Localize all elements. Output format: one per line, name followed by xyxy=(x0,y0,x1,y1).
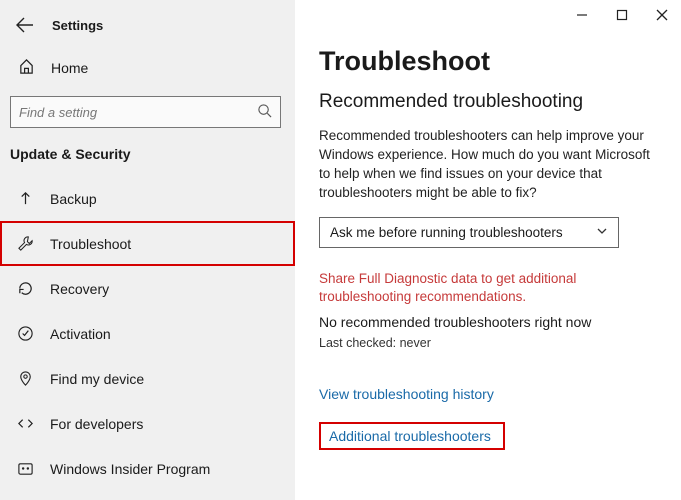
main-content: Troubleshoot Recommended troubleshooting… xyxy=(295,0,681,500)
sidebar-item-label: Backup xyxy=(50,191,97,207)
last-checked-text: Last checked: never xyxy=(319,336,661,350)
section-description: Recommended troubleshooters can help imp… xyxy=(319,127,661,203)
insider-icon xyxy=(16,460,34,477)
search-input[interactable] xyxy=(19,105,257,120)
sidebar-item-for-developers[interactable]: For developers xyxy=(0,401,295,446)
home-label: Home xyxy=(51,60,88,76)
sidebar-item-windows-insider[interactable]: Windows Insider Program xyxy=(0,446,295,491)
sidebar-item-activation[interactable]: Activation xyxy=(0,311,295,356)
window-close-button[interactable] xyxy=(653,6,671,24)
location-icon xyxy=(16,370,34,387)
sidebar-section-header: Update & Security xyxy=(0,146,295,176)
activation-icon xyxy=(16,325,34,342)
section-subtitle: Recommended troubleshooting xyxy=(319,91,661,113)
sidebar-item-label: For developers xyxy=(50,416,143,432)
sidebar-item-home[interactable]: Home xyxy=(0,48,295,88)
sidebar-item-label: Activation xyxy=(50,326,111,342)
window-minimize-button[interactable] xyxy=(573,6,591,24)
sidebar-item-label: Recovery xyxy=(50,281,109,297)
sidebar-item-backup[interactable]: Backup xyxy=(0,176,295,221)
dropdown-value: Ask me before running troubleshooters xyxy=(330,225,563,240)
backup-icon xyxy=(16,190,34,207)
recovery-icon xyxy=(16,280,34,297)
additional-troubleshooters-highlight: Additional troubleshooters xyxy=(319,422,505,450)
diagnostic-warning: Share Full Diagnostic data to get additi… xyxy=(319,270,661,306)
no-recommended-text: No recommended troubleshooters right now xyxy=(319,314,661,330)
wrench-icon xyxy=(16,235,34,252)
developers-icon xyxy=(16,415,34,432)
search-icon xyxy=(257,103,272,121)
search-box[interactable] xyxy=(10,96,281,128)
page-title: Troubleshoot xyxy=(319,46,661,77)
chevron-down-icon xyxy=(596,225,608,240)
sidebar-item-label: Windows Insider Program xyxy=(50,461,210,477)
view-history-link[interactable]: View troubleshooting history xyxy=(319,386,494,402)
sidebar-item-find-my-device[interactable]: Find my device xyxy=(0,356,295,401)
settings-sidebar: Settings Home Update & Security Backup xyxy=(0,0,295,500)
troubleshoot-preference-dropdown[interactable]: Ask me before running troubleshooters xyxy=(319,217,619,248)
sidebar-item-label: Find my device xyxy=(50,371,144,387)
window-maximize-button[interactable] xyxy=(613,6,631,24)
sidebar-item-label: Troubleshoot xyxy=(50,236,131,252)
back-arrow-icon[interactable] xyxy=(16,16,34,34)
sidebar-item-recovery[interactable]: Recovery xyxy=(0,266,295,311)
home-icon xyxy=(18,58,35,78)
app-title: Settings xyxy=(52,18,103,33)
sidebar-item-troubleshoot[interactable]: Troubleshoot xyxy=(0,221,295,266)
additional-troubleshooters-link[interactable]: Additional troubleshooters xyxy=(329,428,491,444)
